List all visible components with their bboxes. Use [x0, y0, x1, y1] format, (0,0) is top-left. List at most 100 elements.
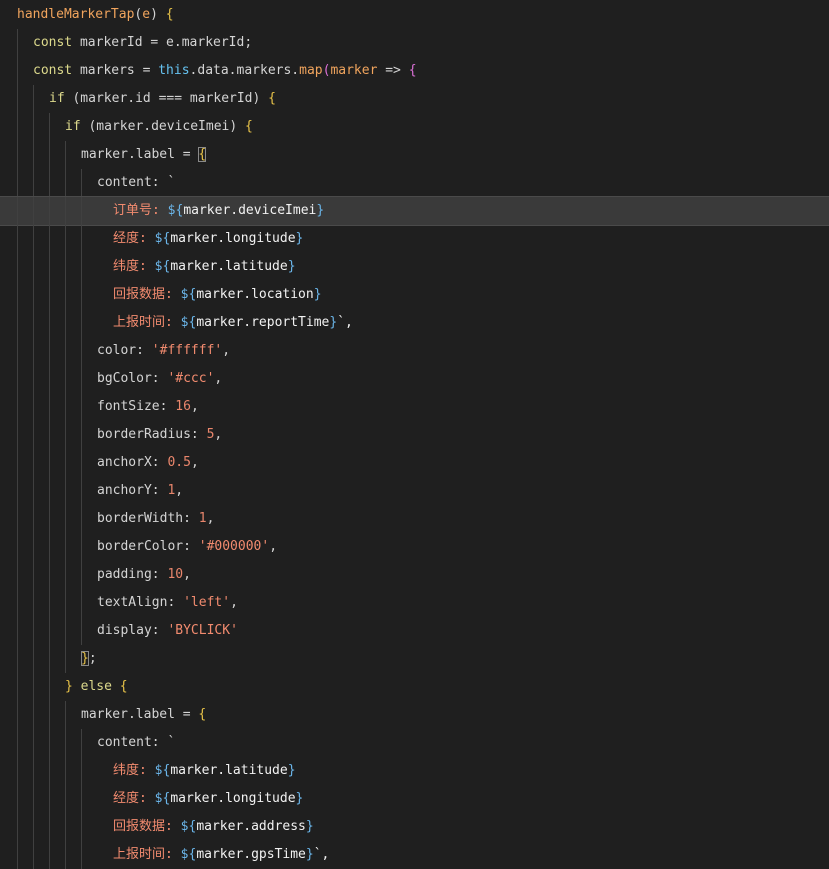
indent-guide: [33, 617, 34, 645]
code-line[interactable]: borderRadius: 5,: [0, 421, 829, 449]
code-token: ,: [206, 511, 215, 526]
indent-guide: [65, 477, 66, 505]
indent-guide: [17, 253, 18, 281]
code-token: {: [408, 63, 417, 78]
code-line[interactable]: 经度: ${marker.longitude}: [0, 225, 829, 253]
code-token: `,: [337, 315, 353, 330]
code-token: marker.label =: [81, 707, 199, 722]
code-line[interactable]: 纬度: ${marker.latitude}: [0, 757, 829, 785]
indent-guide: [81, 169, 82, 197]
indent-guide: [17, 365, 18, 393]
indent-guide: [33, 673, 34, 701]
code-token: 16: [175, 399, 191, 414]
indent-guide: [33, 589, 34, 617]
code-token: content: `: [97, 175, 176, 190]
code-line[interactable]: 纬度: ${marker.latitude}: [0, 253, 829, 281]
indent-guide: [65, 561, 66, 589]
code-token: ;: [88, 651, 97, 666]
code-line[interactable]: borderWidth: 1,: [0, 505, 829, 533]
code-line[interactable]: textAlign: 'left',: [0, 589, 829, 617]
indent-guide: [17, 421, 18, 449]
code-text: anchorY: 1,: [97, 477, 183, 505]
indent-guide: [49, 281, 50, 309]
code-token: else: [80, 679, 112, 694]
code-line[interactable]: handleMarkerTap(e) {: [0, 1, 829, 29]
code-line[interactable]: anchorX: 0.5,: [0, 449, 829, 477]
indent-guide: [49, 449, 50, 477]
code-token: borderRadius:: [97, 427, 207, 442]
indent-guide: [33, 533, 34, 561]
code-token: 经度:: [113, 791, 155, 806]
indent-guide: [65, 141, 66, 169]
code-line[interactable]: color: '#ffffff',: [0, 337, 829, 365]
indent-guide: [81, 309, 82, 337]
indent-guide: [33, 225, 34, 253]
code-token: map: [299, 63, 323, 78]
indent-guide: [17, 561, 18, 589]
code-token: }: [81, 651, 89, 666]
code-token: ,: [183, 567, 191, 582]
code-line[interactable]: 订单号: ${marker.deviceImei}: [0, 196, 829, 226]
code-text: const markers = this.data.markers.map(ma…: [33, 57, 417, 85]
code-token: ,: [175, 483, 184, 498]
code-line[interactable]: };: [0, 645, 829, 673]
code-token: 0.5: [167, 455, 191, 470]
code-token: const: [33, 63, 73, 78]
code-token: textAlign:: [97, 595, 184, 610]
code-token: const: [33, 35, 73, 50]
indent-guide: [65, 281, 66, 309]
code-token: {: [245, 119, 253, 134]
code-line[interactable]: display: 'BYCLICK': [0, 617, 829, 645]
code-text: 经度: ${marker.longitude}: [113, 785, 303, 813]
code-token: marker.reportTime: [196, 315, 330, 330]
indent-guide: [49, 561, 50, 589]
indent-guide: [17, 85, 18, 113]
code-editor[interactable]: handleMarkerTap(e) {const markerId = e.m…: [0, 1, 829, 869]
code-text: if (marker.id === markerId) {: [49, 85, 276, 113]
indent-guide: [33, 169, 34, 197]
code-token: if: [65, 119, 81, 134]
code-line[interactable]: padding: 10,: [0, 561, 829, 589]
code-token: ${: [167, 203, 184, 218]
indent-guide: [33, 337, 34, 365]
code-line[interactable]: 上报时间: ${marker.gpsTime}`,: [0, 841, 829, 869]
code-line[interactable]: fontSize: 16,: [0, 393, 829, 421]
code-token: 10: [167, 567, 184, 582]
code-token: 订单号:: [113, 203, 168, 218]
code-line[interactable]: content: `: [0, 729, 829, 757]
code-line[interactable]: borderColor: '#000000',: [0, 533, 829, 561]
code-line[interactable]: marker.label = {: [0, 701, 829, 729]
code-text: 上报时间: ${marker.gpsTime}`,: [113, 841, 329, 869]
code-line[interactable]: content: `: [0, 169, 829, 197]
code-token: marker.deviceImei: [183, 203, 317, 218]
code-line[interactable]: if (marker.id === markerId) {: [0, 85, 829, 113]
code-line[interactable]: 经度: ${marker.longitude}: [0, 785, 829, 813]
code-line[interactable]: const markers = this.data.markers.map(ma…: [0, 57, 829, 85]
code-line[interactable]: } else {: [0, 673, 829, 701]
code-text: if (marker.deviceImei) {: [65, 113, 253, 141]
code-token: ${: [154, 791, 171, 806]
indent-guide: [33, 113, 34, 141]
code-line[interactable]: 回报数据: ${marker.location}: [0, 281, 829, 309]
code-text: content: `: [97, 169, 175, 197]
code-line[interactable]: if (marker.deviceImei) {: [0, 113, 829, 141]
code-line[interactable]: anchorY: 1,: [0, 477, 829, 505]
code-line[interactable]: marker.label = {: [0, 141, 829, 169]
indent-guide: [33, 729, 34, 757]
code-line[interactable]: 回报数据: ${marker.address}: [0, 813, 829, 841]
indent-guide: [33, 757, 34, 785]
code-text: 纬度: ${marker.latitude}: [113, 757, 296, 785]
indent-guide: [49, 197, 50, 225]
code-line[interactable]: const markerId = e.markerId;: [0, 29, 829, 57]
indent-guide: [65, 757, 66, 785]
code-token: ,: [190, 399, 199, 414]
code-token: ,: [214, 427, 223, 442]
indent-guide: [17, 757, 18, 785]
code-text: borderRadius: 5,: [97, 421, 222, 449]
code-line[interactable]: 上报时间: ${marker.reportTime}`,: [0, 309, 829, 337]
indent-guide: [49, 477, 50, 505]
indent-guide: [17, 785, 18, 813]
code-line[interactable]: bgColor: '#ccc',: [0, 365, 829, 393]
